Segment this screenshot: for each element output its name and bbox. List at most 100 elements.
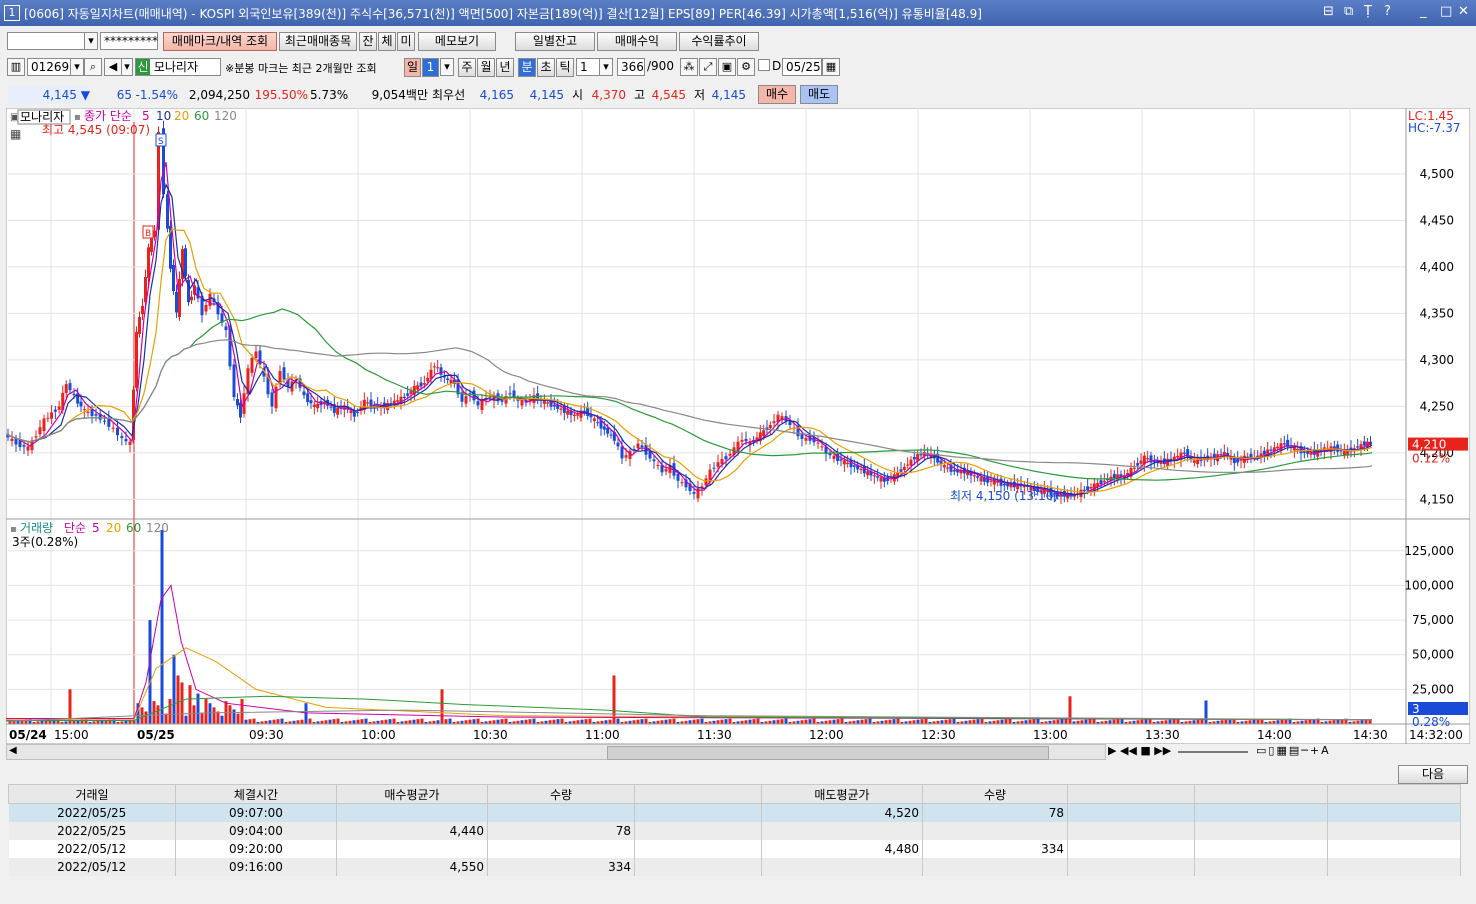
gear-icon[interactable]: ⚙ bbox=[737, 58, 755, 76]
indicator-icon[interactable]: ⁂ bbox=[680, 58, 698, 76]
maximize-button[interactable]: □ bbox=[1440, 4, 1452, 19]
return-trend-button[interactable]: 수익률추이 bbox=[679, 32, 759, 51]
volume-bar bbox=[884, 720, 888, 724]
fit-icon[interactable]: ▭ bbox=[1256, 744, 1268, 757]
legend-ma5: 5 bbox=[142, 109, 150, 123]
chevron-down-icon[interactable]: ▾ bbox=[440, 58, 454, 76]
candle bbox=[64, 384, 68, 393]
pin-icon[interactable]: Ṭ bbox=[1364, 4, 1372, 19]
candle bbox=[446, 378, 450, 381]
chevron-down-icon[interactable]: ▾ bbox=[70, 58, 84, 76]
password-field[interactable]: ********* bbox=[100, 32, 158, 50]
stock-code-input[interactable]: 012690 bbox=[27, 58, 77, 76]
volume-bar bbox=[1364, 719, 1368, 724]
scroll-left-icon[interactable]: ◀ bbox=[9, 745, 17, 756]
candle bbox=[640, 445, 644, 448]
candle bbox=[356, 411, 360, 413]
price-change: 65 bbox=[116, 88, 132, 102]
volume-bar bbox=[856, 720, 860, 724]
candle bbox=[439, 367, 443, 375]
account-select[interactable] bbox=[7, 32, 85, 50]
period-year-button[interactable]: 년 bbox=[496, 58, 514, 77]
scrollbar-thumb[interactable] bbox=[607, 746, 1049, 760]
price-change-pct: -1.54% bbox=[135, 88, 178, 102]
volume-bar bbox=[1136, 720, 1140, 724]
speaker-icon[interactable]: ◀ bbox=[104, 58, 122, 76]
save-icon[interactable]: ▣ bbox=[718, 58, 736, 76]
close-button[interactable]: ✕ bbox=[1458, 4, 1469, 19]
date-input[interactable]: 05/25 bbox=[782, 58, 822, 76]
volume-bar bbox=[464, 720, 468, 724]
table-row[interactable]: 2022/05/12 09:20:00 4,480 334 bbox=[8, 840, 1461, 858]
candle bbox=[872, 475, 876, 477]
rewind-icon[interactable]: ◀◀ bbox=[1120, 744, 1137, 757]
help-icon[interactable]: ? bbox=[1384, 4, 1391, 19]
period-day-button[interactable]: 일 bbox=[404, 58, 421, 77]
period-multiplier[interactable]: 1 bbox=[422, 58, 439, 77]
buy-button[interactable]: 매수 bbox=[758, 85, 796, 104]
date-checkbox[interactable] bbox=[758, 59, 770, 71]
candle bbox=[820, 446, 824, 448]
col-sell-avg: 매도평균가 bbox=[761, 784, 923, 804]
chart-scrollbar[interactable]: ◀ bbox=[6, 744, 1106, 760]
chevron-down-icon[interactable]: ▾ bbox=[121, 58, 133, 76]
zoom-slider[interactable] bbox=[1178, 751, 1248, 753]
next-button[interactable]: 다음 bbox=[1398, 765, 1468, 784]
volume-bar bbox=[468, 719, 472, 724]
table-row[interactable]: 2022/05/12 09:16:00 4,550 334 bbox=[8, 858, 1461, 876]
volume-bar bbox=[248, 719, 252, 724]
col-blank-1 bbox=[634, 784, 762, 804]
price-volume-chart[interactable]: 05/24 15:00 05/25 09:30 10:00 10:30 11:00 11:30… bbox=[6, 108, 1470, 744]
table-row[interactable]: 2022/05/25 09:04:00 4,440 78 bbox=[8, 822, 1461, 840]
chart-area[interactable]: 05/24 15:00 05/25 09:30 10:00 10:30 11:00 11:30… bbox=[6, 108, 1470, 744]
minimize-panel-icon[interactable]: ⊟ bbox=[1323, 4, 1334, 19]
period-week-button[interactable]: 주 bbox=[458, 58, 476, 77]
period-tick-button[interactable]: 틱 bbox=[556, 58, 574, 77]
volume-bar bbox=[776, 719, 780, 724]
play-icon[interactable]: ▶ bbox=[1108, 744, 1116, 757]
zoom-in-icon[interactable]: + bbox=[1310, 744, 1321, 757]
draw-tool-icon[interactable]: ⤢ bbox=[699, 58, 717, 76]
search-icon[interactable]: ⌕ bbox=[84, 58, 102, 76]
trade-mark-query-button[interactable]: 매매마크/내역 조회 bbox=[163, 32, 277, 51]
period-second-button[interactable]: 초 bbox=[537, 58, 555, 77]
forward-icon[interactable]: ▶▶ bbox=[1154, 744, 1171, 757]
trade-profit-button[interactable]: 매매수익 bbox=[597, 32, 677, 51]
grid-icon[interactable]: ▦ bbox=[1276, 744, 1288, 757]
interval-input[interactable]: 1 bbox=[576, 58, 600, 76]
x-tick-label: 11:00 bbox=[585, 728, 620, 742]
y-tick-label: 4,400 bbox=[1420, 260, 1454, 274]
layout-icon[interactable]: ▤ bbox=[1289, 744, 1301, 757]
table-cell bbox=[634, 858, 762, 876]
volume-bar bbox=[924, 718, 928, 724]
volume-bar bbox=[612, 675, 616, 724]
volume-bar bbox=[836, 719, 840, 724]
daily-balance-button[interactable]: 일별잔고 bbox=[515, 32, 595, 51]
chart-layout-icon[interactable]: ▥ bbox=[7, 58, 25, 76]
table-row[interactable]: 2022/05/25 09:07:00 4,520 78 bbox=[8, 803, 1461, 822]
unfilled-button[interactable]: 미 bbox=[397, 32, 415, 51]
filled-button[interactable]: 체 bbox=[378, 32, 396, 51]
balance-button[interactable]: 잔 bbox=[359, 32, 377, 51]
text-icon[interactable]: A bbox=[1321, 744, 1331, 757]
stop-icon[interactable]: ■ bbox=[1140, 744, 1150, 757]
recent-trades-button[interactable]: 최근매매종목 bbox=[279, 32, 357, 51]
sell-button[interactable]: 매도 bbox=[800, 85, 838, 104]
stock-name-field[interactable]: 신 모나리자 bbox=[135, 58, 221, 76]
y-tick-label: 75,000 bbox=[1412, 613, 1454, 627]
memo-view-button[interactable]: 메모보기 bbox=[418, 32, 496, 51]
calendar-icon[interactable]: ▦ bbox=[822, 58, 840, 76]
chevron-down-icon[interactable]: ▾ bbox=[599, 58, 613, 76]
count-input[interactable]: 366 bbox=[617, 58, 645, 76]
period-month-button[interactable]: 월 bbox=[477, 58, 495, 77]
period-minute-button[interactable]: 분 bbox=[518, 58, 536, 77]
zoom-out-icon[interactable]: ─ bbox=[1301, 744, 1310, 757]
candle bbox=[606, 427, 610, 434]
playback-controls[interactable]: ▶ ◀◀ ■ ▶▶ bbox=[1108, 744, 1171, 757]
restore-panel-icon[interactable]: ⧉ bbox=[1344, 4, 1353, 19]
chevron-down-icon[interactable]: ▾ bbox=[84, 32, 98, 50]
minimize-button[interactable]: _ bbox=[1420, 4, 1427, 19]
table-cell bbox=[1327, 822, 1461, 840]
chart-tool-icons[interactable]: ▭▯▦▤─+A bbox=[1256, 744, 1331, 757]
candle bbox=[724, 456, 728, 460]
